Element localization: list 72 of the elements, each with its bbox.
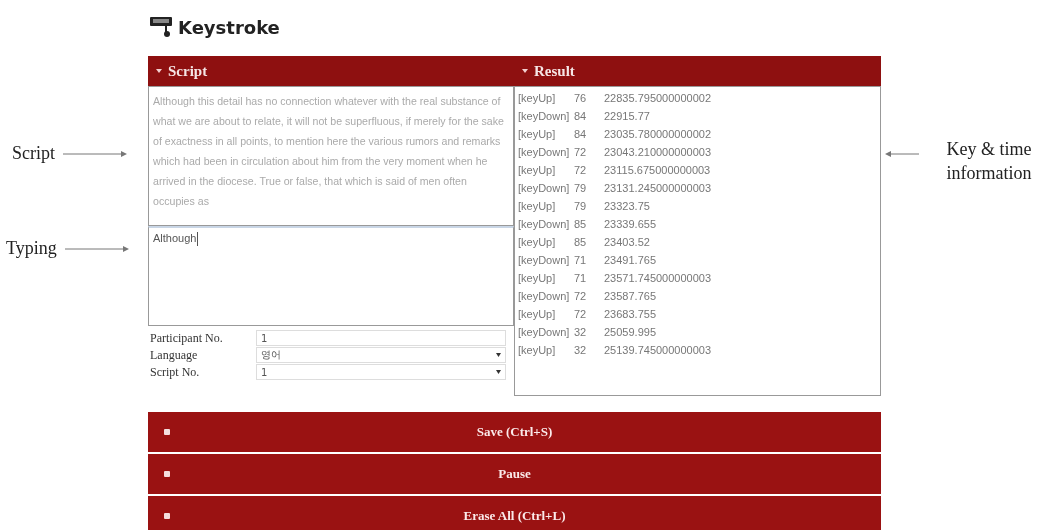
square-icon <box>164 513 170 519</box>
timestamp: 23403.52 <box>604 236 650 248</box>
key-code: 76 <box>574 92 588 104</box>
caret-icon <box>522 69 528 73</box>
annotation-label: Typing <box>6 238 57 259</box>
key-code: 72 <box>574 146 588 158</box>
typing-field[interactable]: Although <box>148 226 514 326</box>
event-text: [keyDown] <box>518 254 571 266</box>
field-label: Participant No. <box>150 330 224 346</box>
timestamp: 23035.780000000002 <box>604 128 712 140</box>
key-code: 71 <box>574 272 588 284</box>
timestamp: 25059.995 <box>604 326 656 338</box>
square-icon <box>164 429 170 435</box>
script-header: Script <box>148 56 514 86</box>
timestamp: 23115.675000000003 <box>604 164 711 176</box>
script-text: Although this detail has no connection whatever with the real substance of what we are about to relate, it will not be superfluous, if merely for the sake of exactness in all points, to mention here the various rumors and remarks which had been in circulation about him from the very moment when he arrived in the diocese. True or false, that which is said of men often occupies as <box>148 86 514 226</box>
event-text: [keyUp] <box>518 236 557 248</box>
annotation-label: Script <box>12 143 55 164</box>
timestamp: 23043.210000000003 <box>604 146 712 158</box>
event-text: [keyUp] <box>518 128 557 140</box>
key-code: 72 <box>574 308 588 320</box>
timestamp: 22915.77 <box>604 110 650 122</box>
key-code: 79 <box>574 182 588 194</box>
key-code: 85 <box>574 218 588 230</box>
event-text: [keyDown] <box>518 110 571 122</box>
timestamp: 23339.655 <box>604 218 656 230</box>
dropdown[interactable]: 영어 <box>256 347 506 363</box>
timestamp: 25139.745000000003 <box>604 344 712 356</box>
caret-icon <box>156 69 162 73</box>
event-text: [keyDown] <box>518 326 571 338</box>
event-text: [keyDown] <box>518 218 571 230</box>
key-code: 72 <box>574 290 588 302</box>
timestamp: 23587.765 <box>604 290 656 302</box>
key-code: 84 <box>574 110 588 122</box>
event-text: [keyUp] <box>518 200 557 212</box>
timestamp: 23491.765 <box>604 254 656 266</box>
key-code: 79 <box>574 200 588 212</box>
event-text: [keyDown] <box>518 290 571 302</box>
caret-icon <box>496 353 501 357</box>
arrow-icon <box>64 245 129 252</box>
square-icon <box>164 471 170 477</box>
key-code: 32 <box>574 326 588 338</box>
event-text: [keyUp] <box>518 164 557 176</box>
event-text: [keyDown] <box>518 146 571 158</box>
event-text: [keyUp] <box>518 308 557 320</box>
timestamp: 23131.245000000003 <box>604 182 712 194</box>
key-code: 32 <box>574 344 588 356</box>
action-button[interactable]: Erase All (Ctrl+L) <box>148 496 881 530</box>
action-button[interactable]: Save (Ctrl+S) <box>148 412 881 452</box>
timestamp: 23323.75 <box>604 200 650 212</box>
annotation-label: Key & time information <box>945 138 1033 185</box>
key-code: 72 <box>574 164 588 176</box>
arrow-icon <box>885 151 919 157</box>
caret-icon <box>496 370 501 374</box>
result-header: Result <box>514 56 881 86</box>
timestamp: 22835.795000000002 <box>604 92 712 104</box>
timestamp: 23683.755 <box>604 308 656 320</box>
key-code: 85 <box>574 236 588 248</box>
event-text: [keyUp] <box>518 272 557 284</box>
dropdown[interactable]: 1 <box>256 364 506 380</box>
arrow-icon <box>63 150 127 157</box>
input-field[interactable]: 1 <box>256 330 506 346</box>
action-button[interactable]: Pause <box>148 454 881 494</box>
timestamp: 23571.745000000003 <box>604 272 712 284</box>
event-text: [keyDown] <box>518 182 571 194</box>
field-label: Script No. <box>150 364 201 380</box>
event-text: [keyUp] <box>518 92 557 104</box>
field-label: Language <box>150 347 199 363</box>
key-code: 84 <box>574 128 588 140</box>
app-title: Keystroke <box>178 17 280 38</box>
event-text: [keyUp] <box>518 344 557 356</box>
key-code: 71 <box>574 254 588 266</box>
